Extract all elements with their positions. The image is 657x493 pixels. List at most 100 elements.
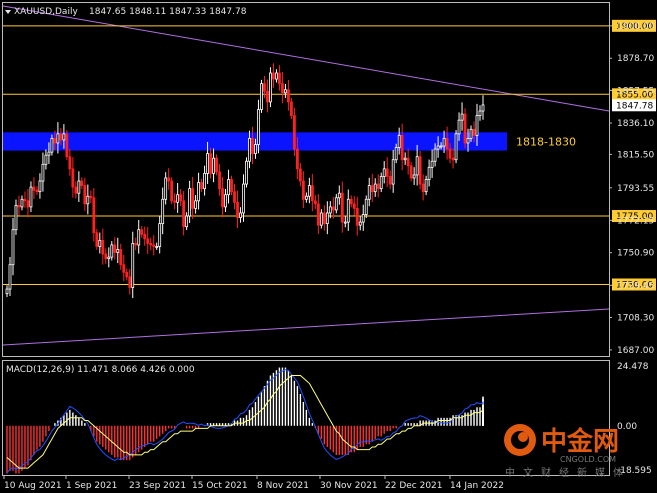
candle-body [370,185,374,193]
candle-body [59,133,63,141]
candle-body [454,133,458,161]
candle-body [248,138,251,162]
candle-body [104,253,108,260]
candle-body [436,145,440,150]
chart-window[interactable]: 1818-1830 1900.00 1855.00 1775.00 1730.00 1… [0,0,657,493]
candle-body [65,133,69,158]
candle-body [406,157,410,167]
candle-body [284,89,287,94]
watermark-brand: 中金网 [541,426,619,457]
candle-body [170,180,174,202]
candle-body [152,244,156,247]
candle-body [287,89,290,103]
candle-body [203,173,206,190]
candle-body [74,186,78,194]
candle-body [301,180,305,200]
price-tick-label: 1729.45 [617,281,654,291]
candle-body [188,188,192,217]
time-axis[interactable]: 10 Aug 2021 1 Sep 2021 23 Sep 2021 15 Oct 2… [3,476,504,491]
price-tick-label: 1857.55 [617,86,654,96]
candle-body [475,115,479,136]
macd-indicator [6,367,484,474]
candle-body [376,183,380,190]
candle-body [239,212,242,218]
candle-body [460,113,464,121]
candle-body [331,206,335,211]
candle-body [412,174,416,179]
candle-body [430,160,434,168]
candle-body [272,72,275,80]
zone-label: 1818-1830 [516,135,576,148]
candle-body [340,192,344,223]
candle-body [8,264,12,290]
candle-body [230,179,233,193]
candle-body [71,168,75,188]
candle-body [26,200,30,208]
candle-body [260,83,263,110]
candle-body [146,238,150,244]
candle-body [316,203,320,226]
candle-body [83,185,87,205]
candle-body [110,244,114,258]
candle-body [391,159,395,185]
price-chart-canvas[interactable]: 1818-1830 1900.001855.001775.001730.00 1… [0,0,657,493]
candle-body [319,212,323,226]
candle-body [44,154,48,165]
candle-body [137,229,141,246]
price-pane-frame [2,2,610,357]
candle-body [149,243,153,246]
candle-body [116,249,120,253]
candle-body [224,194,227,208]
candle-body [463,113,467,144]
candle-body [227,179,230,196]
candle-body [35,189,39,193]
candle-body [41,163,45,182]
candle-body [382,168,386,177]
ohlc-readout: 1847.65 1848.11 1847.33 1847.78 [89,7,247,17]
candle-body [125,271,129,278]
price-axis[interactable]: 1900.00 1878.70 1857.55 1836.10 1815.50 1793.… [609,22,654,356]
candle-body [457,119,461,135]
candle-body [140,229,144,235]
candle-body [32,186,36,191]
candle-body [427,166,431,180]
candle-body [128,276,132,288]
price-tick-label: 1836.10 [617,119,654,129]
candle-body [200,182,203,190]
candle-body [292,115,296,150]
lower-trendline[interactable] [2,308,610,346]
candle-body [367,185,371,200]
candle-body [251,138,254,155]
candle-body [212,157,215,174]
candle-body [403,157,407,161]
candle-body [254,144,257,155]
chevron-down-icon[interactable] [5,10,11,14]
candle-body [80,180,84,186]
candle-body [179,194,183,202]
candle-body [47,151,51,156]
candle-body [418,156,422,185]
time-tick-label: 14 Jan 2022 [450,481,504,491]
candle-body [98,239,102,247]
candle-body [269,72,272,103]
candle-body [17,204,21,208]
candle-body [107,256,111,260]
candle-body [328,206,332,214]
candle-body [131,243,135,288]
candle-body [23,198,27,202]
candles [5,63,485,299]
candle-body [182,200,186,228]
time-tick-label: 10 Aug 2021 [4,481,62,491]
candle-body [394,147,398,161]
price-tick-label: 1750.90 [617,249,654,259]
candle-body [89,195,93,199]
candle-body [197,182,200,202]
candle-body [451,157,455,161]
candle-body [86,195,90,205]
candle-body [14,204,18,231]
candle-body [122,264,126,273]
candle-body [245,160,248,185]
upper-trendline[interactable] [2,5,610,112]
candle-body [5,288,9,295]
candle-body [349,198,353,205]
